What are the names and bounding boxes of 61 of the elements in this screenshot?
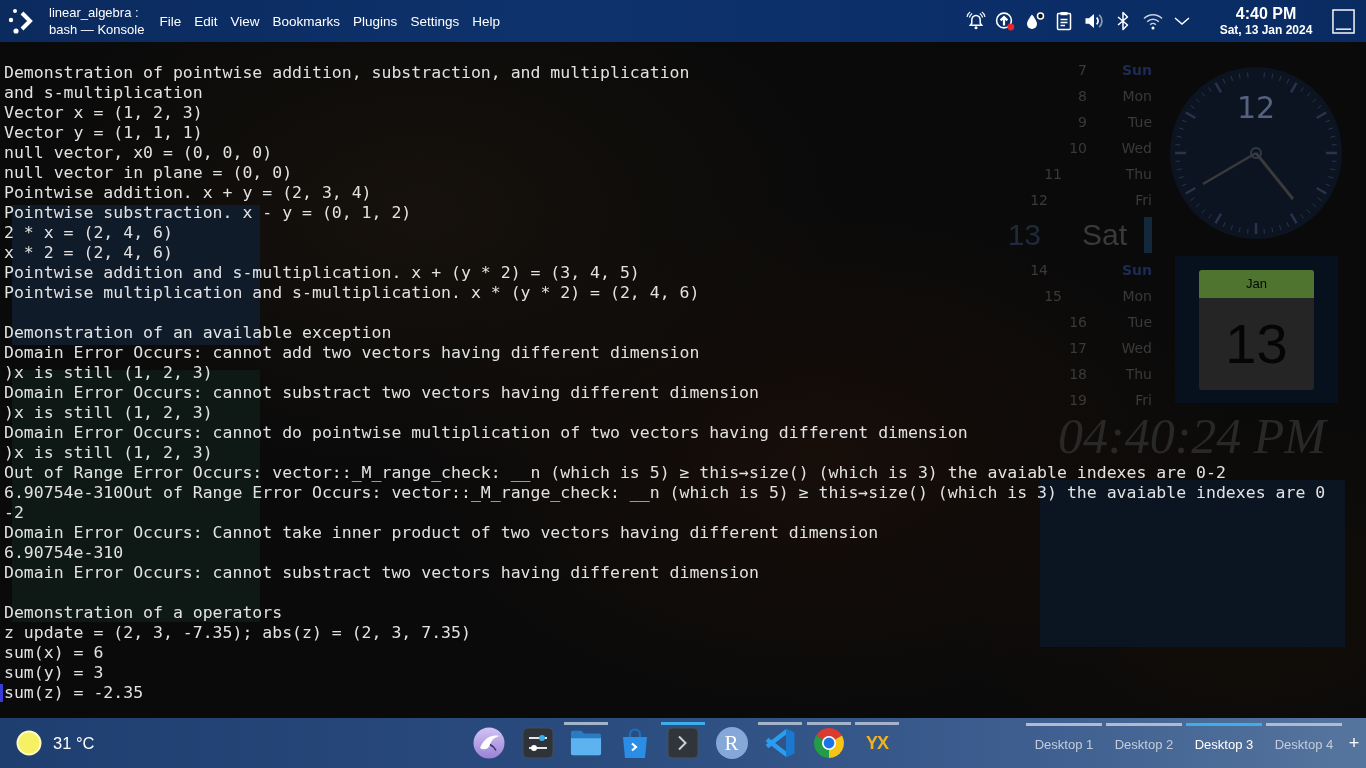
minute-hand xyxy=(1202,151,1257,186)
terminal-line: Demonstration of an available exception xyxy=(4,323,392,343)
terminal-line: Domain Error Occurs: Cannot take inner product of two vectors having different dimension xyxy=(4,523,879,543)
calendar-weekday: Sun xyxy=(1121,262,1152,278)
calendar-weekday: Sun xyxy=(1121,62,1152,78)
menu-item[interactable]: Help xyxy=(465,9,507,33)
terminal-line: Pointwise addition and s-multiplication. x + (y * 2) = (3, 4, 5) xyxy=(4,263,640,283)
terminal-line: 6.90754e-310Out of Range Error Occurs: vector::_M_range_check: __n (which is 5) ≥ this→size() (which is 3) the avaiable indexes are 0 xyxy=(4,483,1326,503)
terminal-line: -2 xyxy=(4,503,24,523)
menu-item[interactable]: View xyxy=(224,9,267,33)
terminal-line: )x is still (1, 2, 3) xyxy=(4,363,213,383)
clock-numeral: 12 xyxy=(1236,90,1276,125)
drop-icon[interactable] xyxy=(1024,11,1045,31)
terminal-line: sum(z) = -2.35 xyxy=(4,683,144,703)
segmented-circle-icon xyxy=(812,727,845,759)
menu-item[interactable]: Bookmarks xyxy=(266,9,347,33)
square-outline-icon[interactable] xyxy=(1332,8,1355,34)
terminal-line: Pointwise substraction. x - y = (0, 1, 2) xyxy=(4,203,412,223)
terminal-line: Pointwise addition. x + y = (2, 3, 4) xyxy=(4,183,372,203)
terminal-line: Vector x = (1, 2, 3) xyxy=(4,103,203,123)
terminal-line: null vector, x0 = (0, 0, 0) xyxy=(4,143,273,163)
add-desktop-button[interactable]: + xyxy=(1346,718,1362,768)
speaker-icon[interactable] xyxy=(1083,11,1104,31)
menu-item[interactable]: Settings xyxy=(403,9,466,33)
terminal-line: Domain Error Occurs: cannot substract two vectors having different dimension xyxy=(4,563,759,583)
bird-icon xyxy=(473,727,505,759)
hour-hand xyxy=(1254,152,1295,200)
terminal-icon xyxy=(667,727,699,759)
selection-bar xyxy=(1144,217,1152,253)
alarm-bell-icon[interactable] xyxy=(965,11,986,31)
terminal-line: Domain Error Occurs: cannot substract two vectors having different dimension xyxy=(4,383,759,403)
menu-item[interactable]: Plugins xyxy=(346,9,404,33)
terminal-line: Demonstration of a operators xyxy=(4,603,283,623)
terminal-line: )x is still (1, 2, 3) xyxy=(4,403,213,423)
terminal-line: x * 2 = (2, 4, 6) xyxy=(4,243,173,263)
terminal-line: Out of Range Error Occurs: vector::_M_range_check: __n (which is 5) ≥ this→size() (which is 3) the avaiable indexes are 0-2 xyxy=(4,463,1226,483)
terminal-line: sum(y) = 3 xyxy=(4,663,104,683)
terminal-line: Vector y = (1, 1, 1) xyxy=(4,123,203,143)
temperature-text[interactable]: 31 °C xyxy=(53,733,95,753)
menu-item[interactable]: File xyxy=(153,9,188,33)
clock-time[interactable]: 4:40 PM xyxy=(1235,5,1297,23)
terminal-line: Domain Error Occurs: cannot add two vectors having different dimension xyxy=(4,343,700,363)
up-arrow-circle-icon[interactable] xyxy=(995,11,1016,31)
terminal-line: z update = (2, 3, -7.35); abs(z) = (2, 3, 7.35) xyxy=(4,623,471,643)
wifi-icon[interactable] xyxy=(1142,11,1163,31)
sun-icon[interactable] xyxy=(16,730,42,756)
window-title: linear_algebra : bash — Konsole xyxy=(49,4,146,38)
terminal-line: Demonstration of pointwise addition, substraction, and multiplication xyxy=(4,63,690,83)
terminal-line: 6.90754e-310 xyxy=(4,543,124,563)
terminal-line: 2 * x = (2, 4, 6) xyxy=(4,223,173,243)
terminal-line: Domain Error Occurs: cannot do pointwise multiplication of two vectors having different dimension xyxy=(4,423,968,443)
terminal-line: and s-multiplication xyxy=(4,83,203,103)
terminal-line: null vector in plane = (0, 0) xyxy=(4,163,293,183)
terminal-line: )x is still (1, 2, 3) xyxy=(4,443,213,463)
clock-date[interactable]: Sat, 13 Jan 2024 xyxy=(1219,23,1313,37)
terminal-line: sum(x) = 6 xyxy=(4,643,104,663)
calendar-month: Jan xyxy=(1199,269,1314,298)
sliders-icon xyxy=(521,727,554,759)
angled-ribbon-icon xyxy=(764,727,796,759)
terminal-line: Pointwise multiplication and s-multiplication. x * (y * 2) = (2, 4, 6) xyxy=(4,283,700,303)
menu-item[interactable]: Edit xyxy=(187,9,225,33)
